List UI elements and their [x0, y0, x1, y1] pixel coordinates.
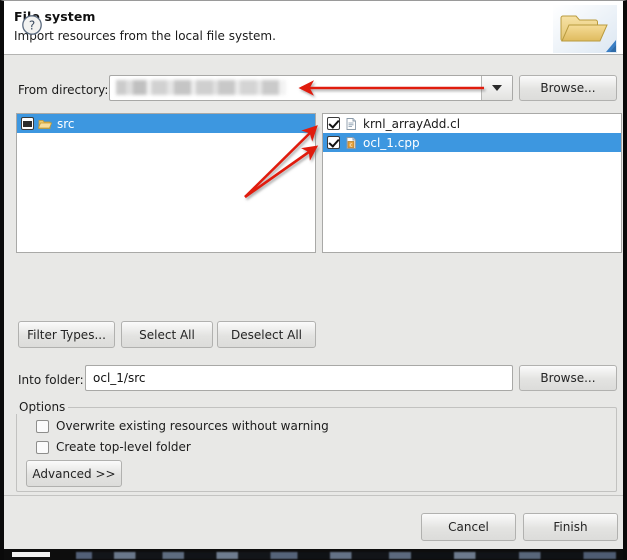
from-directory-label: From directory:: [18, 83, 109, 97]
file-item-checkbox[interactable]: [327, 136, 340, 149]
file-list-panel[interactable]: krnl_arrayAdd.cl c ocl_1.cpp: [322, 113, 622, 253]
chevron-down-icon[interactable]: [481, 76, 512, 100]
dialog-body: From directory: Browse... src krnl_array…: [4, 55, 623, 495]
dialog-header: File system Import resources from the lo…: [4, 1, 623, 55]
file-item-label: krnl_arrayAdd.cl: [363, 116, 461, 131]
browse-directory-button[interactable]: Browse...: [519, 75, 617, 101]
import-file-system-dialog: File system Import resources from the lo…: [0, 0, 627, 560]
open-folder-icon: [37, 117, 53, 131]
taskbar-blurred-text: [76, 552, 616, 559]
file-list-item[interactable]: c ocl_1.cpp: [323, 133, 621, 152]
finish-button[interactable]: Finish: [523, 513, 618, 541]
create-top-level-folder-checkbox[interactable]: [36, 440, 49, 454]
svg-text:?: ?: [29, 19, 35, 33]
file-item-label: ocl_1.cpp: [363, 135, 420, 150]
svg-text:c: c: [350, 142, 353, 148]
cancel-button[interactable]: Cancel: [421, 513, 516, 541]
into-folder-label: Into folder:: [18, 373, 84, 387]
create-top-level-folder-label: Create top-level folder: [56, 440, 191, 454]
source-tree-panel[interactable]: src: [16, 113, 316, 253]
select-all-button[interactable]: Select All: [121, 321, 213, 348]
into-folder-input[interactable]: ocl_1/src: [85, 365, 513, 391]
filter-types-button[interactable]: Filter Types...: [18, 321, 115, 348]
overwrite-existing-label: Overwrite existing resources without war…: [56, 419, 329, 433]
file-document-icon: [344, 117, 358, 131]
open-folder-icon: [553, 5, 617, 53]
page-subtitle: Import resources from the local file sys…: [14, 29, 276, 43]
tree-item-checkbox[interactable]: [21, 117, 34, 130]
from-directory-input[interactable]: [116, 80, 286, 95]
advanced-button[interactable]: Advanced >>: [26, 460, 122, 487]
deselect-all-button[interactable]: Deselect All: [217, 321, 316, 348]
tree-item-src[interactable]: src: [17, 114, 315, 133]
options-group-legend: Options: [16, 400, 69, 414]
file-item-checkbox[interactable]: [327, 117, 340, 130]
tree-item-label: src: [57, 116, 75, 131]
browse-into-folder-button[interactable]: Browse...: [519, 365, 617, 391]
create-top-level-folder-option[interactable]: Create top-level folder: [36, 440, 191, 454]
file-cpp-icon: c: [344, 136, 358, 150]
overwrite-existing-option[interactable]: Overwrite existing resources without war…: [36, 419, 329, 433]
from-directory-combo[interactable]: [109, 75, 513, 101]
file-list-item[interactable]: krnl_arrayAdd.cl: [323, 114, 621, 133]
help-question-icon[interactable]: ?: [21, 14, 43, 36]
taskbar-chip: [12, 552, 50, 557]
overwrite-existing-checkbox[interactable]: [36, 419, 49, 433]
